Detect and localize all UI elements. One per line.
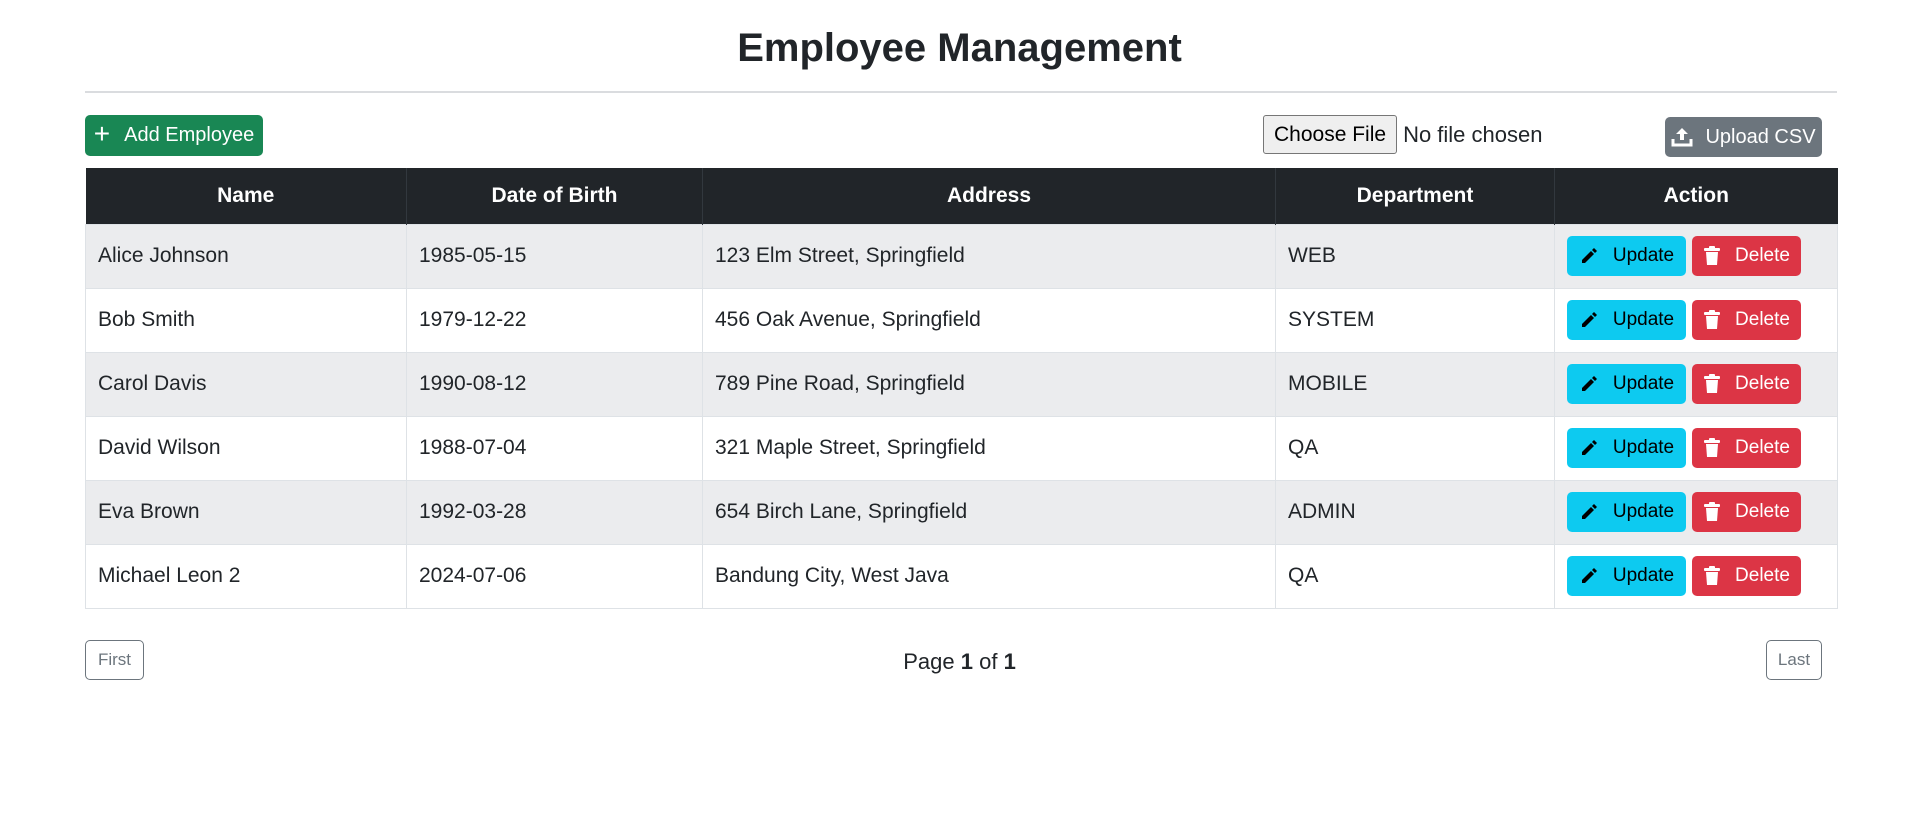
- trash-icon: [1704, 566, 1721, 585]
- current-page: 1: [960, 649, 973, 674]
- delete-label: Delete: [1735, 245, 1790, 266]
- cell-address: 789 Pine Road, Springfield: [702, 351, 1276, 417]
- employee-management-page: Employee Management + Add Employee Choos…: [0, 0, 1919, 822]
- delete-button[interactable]: Delete: [1692, 300, 1801, 340]
- cell-dob: 2024-07-06: [406, 543, 703, 609]
- trash-icon: [1704, 502, 1721, 521]
- delete-label: Delete: [1735, 373, 1790, 394]
- update-label: Update: [1612, 373, 1675, 394]
- table-row: Bob Smith 1979-12-22 456 Oak Avenue, Sprin…: [85, 287, 1838, 353]
- trash-icon: [1704, 374, 1721, 393]
- cell-action: Update Delete: [1554, 543, 1838, 609]
- cell-name: Michael Leon 2: [85, 543, 407, 609]
- column-header-name: Name: [85, 168, 407, 224]
- delete-button[interactable]: Delete: [1692, 428, 1801, 468]
- trash-icon: [1704, 310, 1721, 329]
- delete-button[interactable]: Delete: [1692, 236, 1801, 276]
- update-label: Update: [1612, 309, 1675, 330]
- table-row: Alice Johnson 1985-05-15 123 Elm Street, S…: [85, 223, 1838, 289]
- cell-dob: 1985-05-15: [406, 223, 703, 289]
- cell-department: QA: [1275, 415, 1555, 481]
- cell-action: Update Delete: [1554, 223, 1838, 289]
- upload-icon: [1671, 128, 1693, 147]
- cell-address: 456 Oak Avenue, Springfield: [702, 287, 1276, 353]
- last-page-button[interactable]: Last: [1766, 640, 1822, 680]
- delete-button[interactable]: Delete: [1692, 492, 1801, 532]
- cell-action: Update Delete: [1554, 479, 1838, 545]
- cell-dob: 1988-07-04: [406, 415, 703, 481]
- pencil-icon: [1581, 440, 1597, 455]
- cell-department: WEB: [1275, 223, 1555, 289]
- upload-csv-button[interactable]: Upload CSV: [1665, 117, 1822, 157]
- employee-table: Name Date of Birth Address Department Ac…: [85, 168, 1838, 609]
- column-header-address: Address: [702, 168, 1276, 224]
- pencil-icon: [1581, 568, 1597, 583]
- trash-icon: [1704, 438, 1721, 457]
- cell-name: Carol Davis: [85, 351, 407, 417]
- total-pages: 1: [1003, 649, 1016, 674]
- cell-department: ADMIN: [1275, 479, 1555, 545]
- cell-name: Alice Johnson: [85, 223, 407, 289]
- cell-dob: 1990-08-12: [406, 351, 703, 417]
- delete-label: Delete: [1735, 565, 1790, 586]
- delete-label: Delete: [1735, 309, 1790, 330]
- of-word: of: [979, 649, 998, 674]
- table-row: Eva Brown 1992-03-28 654 Birch Lane, Sprin…: [85, 479, 1838, 545]
- file-status-text: No file chosen: [1403, 121, 1543, 147]
- cell-name: Bob Smith: [85, 287, 407, 353]
- update-button[interactable]: Update: [1567, 492, 1686, 532]
- cell-action: Update Delete: [1554, 287, 1838, 353]
- cell-action: Update Delete: [1554, 351, 1838, 417]
- cell-department: QA: [1275, 543, 1555, 609]
- page-word: Page: [903, 649, 955, 674]
- cell-dob: 1992-03-28: [406, 479, 703, 545]
- plus-icon: +: [93, 118, 111, 149]
- page-indicator: Page 1 of 1: [0, 649, 1919, 675]
- pencil-icon: [1581, 312, 1597, 327]
- table-row: Carol Davis 1990-08-12 789 Pine Road, Spri…: [85, 351, 1838, 417]
- pencil-icon: [1581, 248, 1597, 263]
- update-button[interactable]: Update: [1567, 556, 1686, 596]
- page-title: Employee Management: [737, 26, 1182, 70]
- upload-csv-label: Upload CSV: [1705, 125, 1816, 148]
- delete-button[interactable]: Delete: [1692, 556, 1801, 596]
- table-row: Michael Leon 2 2024-07-06 Bandung City, We…: [85, 543, 1838, 609]
- cell-name: Eva Brown: [85, 479, 407, 545]
- pencil-icon: [1581, 504, 1597, 519]
- delete-label: Delete: [1735, 437, 1790, 458]
- trash-icon: [1704, 246, 1721, 265]
- cell-action: Update Delete: [1554, 415, 1838, 481]
- add-employee-button[interactable]: + Add Employee: [85, 115, 263, 156]
- delete-label: Delete: [1735, 501, 1790, 522]
- column-header-department: Department: [1275, 168, 1555, 224]
- csv-file-input[interactable]: Choose File No file chosen: [1263, 115, 1542, 154]
- cell-department: SYSTEM: [1275, 287, 1555, 353]
- update-label: Update: [1612, 245, 1675, 266]
- update-label: Update: [1612, 565, 1675, 586]
- cell-name: David Wilson: [85, 415, 407, 481]
- column-header-action: Action: [1554, 168, 1838, 224]
- add-employee-label: Add Employee: [124, 124, 255, 146]
- update-button[interactable]: Update: [1567, 236, 1686, 276]
- cell-address: 654 Birch Lane, Springfield: [702, 479, 1276, 545]
- choose-file-button[interactable]: Choose File: [1263, 115, 1398, 154]
- cell-address: Bandung City, West Java: [702, 543, 1276, 609]
- title-divider: [85, 91, 1837, 93]
- pencil-icon: [1581, 376, 1597, 391]
- cell-address: 321 Maple Street, Springfield: [702, 415, 1276, 481]
- update-button[interactable]: Update: [1567, 364, 1686, 404]
- cell-dob: 1979-12-22: [406, 287, 703, 353]
- update-button[interactable]: Update: [1567, 300, 1686, 340]
- column-header-dob: Date of Birth: [406, 168, 703, 224]
- table-row: David Wilson 1988-07-04 321 Maple Street, …: [85, 415, 1838, 481]
- cell-address: 123 Elm Street, Springfield: [702, 223, 1276, 289]
- table-header-row: Name Date of Birth Address Department Ac…: [85, 168, 1838, 224]
- cell-department: MOBILE: [1275, 351, 1555, 417]
- update-button[interactable]: Update: [1567, 428, 1686, 468]
- update-label: Update: [1612, 437, 1675, 458]
- delete-button[interactable]: Delete: [1692, 364, 1801, 404]
- update-label: Update: [1612, 501, 1675, 522]
